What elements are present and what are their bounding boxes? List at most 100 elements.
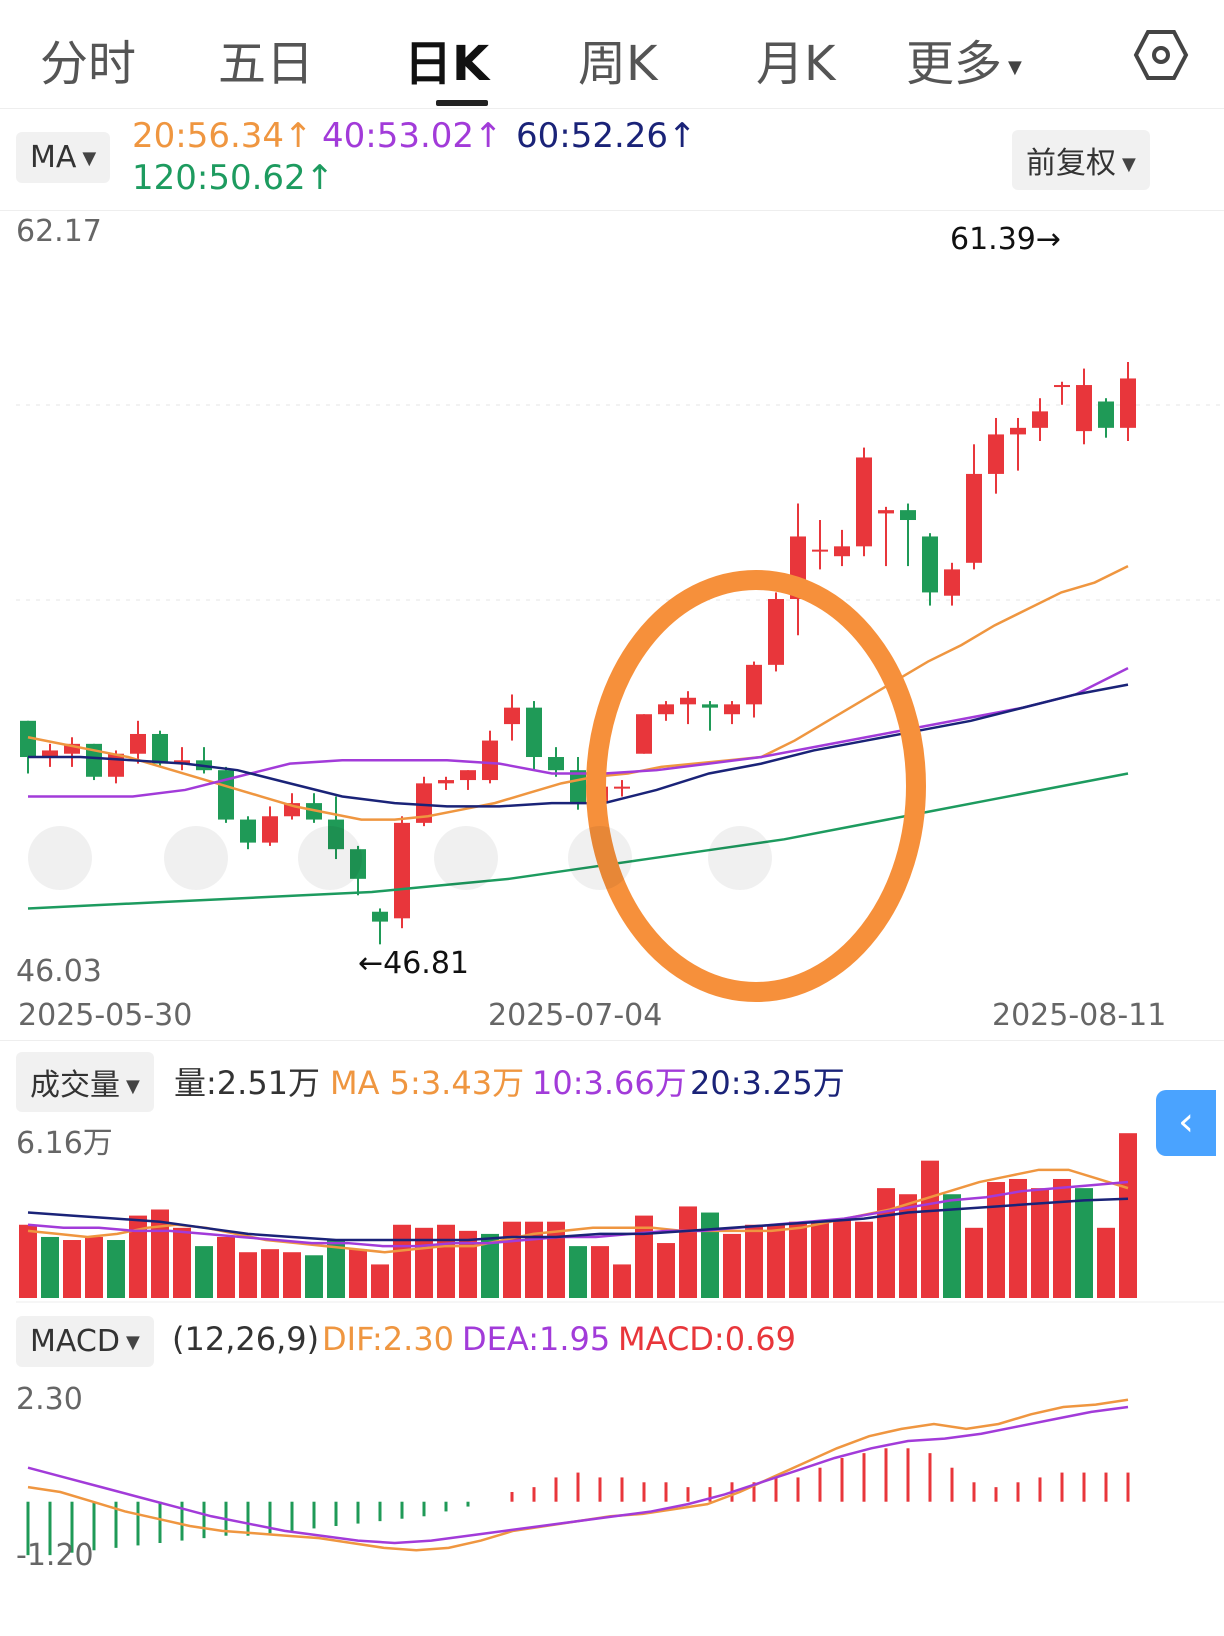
candle-body (1076, 385, 1092, 432)
divider (0, 1040, 1224, 1041)
zoom-out-button[interactable] (164, 826, 228, 890)
kline-chart[interactable] (0, 0, 1224, 1636)
candle-body (482, 740, 498, 781)
candle-body (768, 599, 784, 665)
zoom-in-button[interactable] (298, 826, 362, 890)
candle-body (570, 770, 586, 804)
candle-body (526, 707, 542, 758)
candle-body (1098, 401, 1114, 428)
macd-axis-top: 2.30 (16, 1382, 83, 1417)
volume-bar (877, 1188, 895, 1298)
candle-body (240, 819, 256, 843)
volume-bar (569, 1246, 587, 1298)
volume-bar (85, 1236, 103, 1298)
candle-body (878, 510, 894, 514)
collapse-panel-button[interactable]: ‹ (1156, 1090, 1216, 1156)
volume-ma20: 20:3.25万 (690, 1064, 845, 1102)
candle-body (702, 704, 718, 708)
volume-bar (63, 1240, 81, 1298)
candle-body (130, 733, 146, 754)
candle-body (108, 753, 124, 777)
scroll-right-button[interactable] (568, 826, 632, 890)
candle-body (1054, 385, 1070, 388)
volume-bar (701, 1212, 719, 1298)
candle-body (922, 536, 938, 593)
volume-bar (767, 1224, 785, 1298)
volume-bar (217, 1236, 235, 1298)
volume-bar (195, 1246, 213, 1298)
volume-bar (437, 1224, 455, 1298)
candle-body (834, 546, 850, 557)
date-label-start: 2025-05-30 (18, 998, 193, 1033)
volume-bar (921, 1160, 939, 1298)
volume-bar (261, 1249, 279, 1298)
candle-body (394, 822, 410, 919)
macd-dif: DIF:2.30 (322, 1320, 455, 1358)
caret-down-icon: ▼ (126, 1076, 140, 1097)
volume-bar (239, 1252, 257, 1298)
candle-body (856, 457, 872, 547)
rewind-button[interactable] (28, 826, 92, 890)
candle-body (636, 714, 652, 754)
candle-body (680, 697, 696, 705)
volume-current: 量:2.51万 (174, 1064, 321, 1102)
volume-bar (789, 1221, 807, 1298)
volume-bar (1075, 1188, 1093, 1298)
candle-body (988, 434, 1004, 474)
volume-indicator-label: 成交量 (30, 1068, 120, 1103)
candle-body (460, 770, 476, 781)
volume-bar (987, 1182, 1005, 1298)
volume-bar (1119, 1133, 1137, 1298)
volume-bar (723, 1233, 741, 1298)
volume-bar (1009, 1178, 1027, 1298)
volume-bar (811, 1221, 829, 1298)
volume-bar (965, 1227, 983, 1298)
candle-body (900, 510, 916, 521)
macd-indicator-dropdown[interactable]: MACD ▼ (16, 1316, 154, 1367)
volume-bar (305, 1255, 323, 1298)
candle-body (724, 704, 740, 715)
candle-body (1010, 427, 1026, 435)
volume-bar (613, 1264, 631, 1298)
volume-bar (833, 1218, 851, 1298)
candle-body (438, 780, 454, 784)
volume-bar (173, 1227, 191, 1298)
macd-dea: DEA:1.95 (462, 1320, 611, 1358)
volume-bar (41, 1236, 59, 1298)
volume-bar (371, 1264, 389, 1298)
candle-body (548, 757, 564, 771)
date-label-mid: 2025-07-04 (488, 998, 663, 1033)
macd-params: (12,26,9) (172, 1320, 320, 1358)
volume-bar (107, 1240, 125, 1298)
fullscreen-button[interactable] (708, 826, 772, 890)
highlight-circle (586, 570, 926, 1002)
volume-bar (393, 1224, 411, 1298)
volume-bar (349, 1249, 367, 1298)
candle-body (614, 786, 630, 789)
candle-body (262, 816, 278, 843)
volume-bar (503, 1221, 521, 1298)
volume-bar (1097, 1227, 1115, 1298)
caret-down-icon: ▼ (125, 1332, 140, 1353)
macd-value: MACD:0.69 (618, 1320, 796, 1358)
candle-body (152, 733, 168, 764)
candle-body (372, 911, 388, 922)
volume-bar (591, 1246, 609, 1298)
candle-body (966, 473, 982, 563)
volume-bar (745, 1224, 763, 1298)
volume-indicator-dropdown[interactable]: 成交量 ▼ (16, 1052, 154, 1112)
macd-axis-bottom: -1.20 (16, 1538, 94, 1573)
volume-bar (657, 1243, 675, 1298)
volume-ma5-line (27, 1168, 1129, 1254)
volume-ma5: MA 5:3.43万 (330, 1064, 525, 1102)
scroll-left-button[interactable] (434, 826, 498, 890)
macd-indicator-label: MACD (30, 1324, 120, 1359)
volume-bar (855, 1221, 873, 1298)
volume-bar (283, 1252, 301, 1298)
candle-body (746, 664, 762, 705)
candle-body (944, 569, 960, 596)
candle-body (504, 707, 520, 725)
date-label-end: 2025-08-11 (992, 998, 1167, 1033)
candle-body (1120, 378, 1136, 428)
volume-bar (1053, 1178, 1071, 1298)
